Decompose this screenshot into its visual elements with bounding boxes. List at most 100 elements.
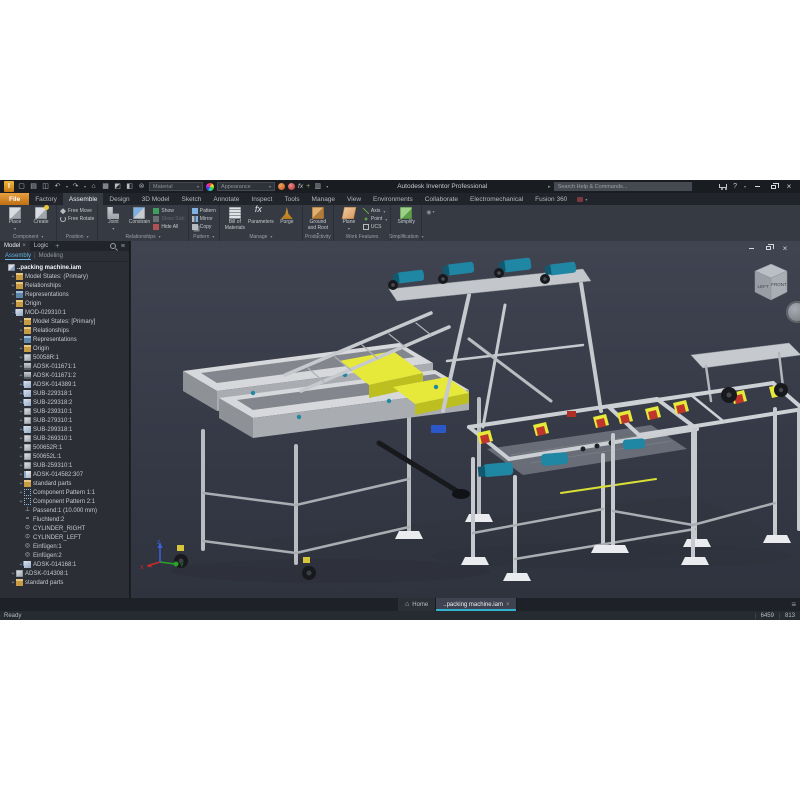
add-icon[interactable] <box>306 183 310 190</box>
ribbon-tab-environments[interactable]: Environments <box>367 193 419 205</box>
subtab-modeling[interactable]: Modeling <box>39 253 63 259</box>
tree-item[interactable]: +Representations <box>0 335 129 344</box>
search-expand-icon[interactable] <box>548 184 551 190</box>
tree-item[interactable]: ◎Einfügen:1 <box>0 542 129 551</box>
redo-icon[interactable] <box>71 182 80 192</box>
panel-title[interactable]: Work Features <box>334 232 390 241</box>
search-icon[interactable] <box>110 243 116 249</box>
ribbon-tab-file[interactable]: File <box>0 193 29 205</box>
save-icon[interactable] <box>41 182 50 192</box>
tree-item[interactable]: -MOD-029310:1 <box>0 308 129 317</box>
plane-button[interactable]: Plane▾ <box>337 206 361 231</box>
tree-item[interactable]: +standard parts <box>0 479 129 488</box>
clear-appearance-icon[interactable] <box>288 183 295 190</box>
purge-button[interactable]: Purge <box>275 206 299 226</box>
help-icon[interactable] <box>733 183 737 190</box>
close-icon[interactable] <box>22 243 26 249</box>
tree-item[interactable]: +Origin <box>0 344 129 353</box>
browser-tab-model[interactable]: Model <box>0 241 30 251</box>
ribbon-tab-manage[interactable]: Manage <box>306 193 342 205</box>
tree-item[interactable]: +ADSK-014168:1 <box>0 560 129 569</box>
mirror-button[interactable]: Mirror <box>192 216 216 223</box>
menu-icon[interactable] <box>121 243 125 250</box>
ribbon-tab-fusion-360[interactable]: Fusion 360 <box>529 193 573 205</box>
ribbon-tab-view[interactable]: View <box>341 193 367 205</box>
panel-title[interactable]: Component▾ <box>0 232 56 241</box>
panel-title[interactable]: Position▾ <box>57 232 97 241</box>
tree-item[interactable]: +Relationships <box>0 326 129 335</box>
tree-item[interactable]: +ADSK-011671:1 <box>0 362 129 371</box>
subtab-assembly[interactable]: Assembly <box>5 253 31 260</box>
tree-item[interactable]: +SUB-299318:1 <box>0 425 129 434</box>
close-icon[interactable] <box>506 602 510 608</box>
tree-item[interactable]: ⊙CYLINDER_LEFT <box>0 533 129 542</box>
show-button[interactable]: Show <box>153 208 184 215</box>
tree-item[interactable]: +500652R:1 <box>0 443 129 452</box>
simplify-button[interactable]: Simplify <box>394 206 418 226</box>
ribbon-tab-3d-model[interactable]: 3D Model <box>136 193 176 205</box>
panel-title[interactable]: Manage▾ <box>220 232 302 241</box>
axis-button[interactable]: Axis▾ <box>363 208 387 215</box>
parameters-fx-icon[interactable] <box>298 183 303 190</box>
minimize-button[interactable] <box>752 182 762 192</box>
ribbon-tab-factory[interactable]: Factory <box>29 193 63 205</box>
constrain-button[interactable]: Constrain <box>127 206 151 226</box>
inventor-logo-icon[interactable] <box>4 181 14 192</box>
doc-minimize-button[interactable] <box>746 243 756 253</box>
browser-tab-logic[interactable]: Logic <box>30 241 52 251</box>
ribbon-tab-design[interactable]: Design <box>103 193 135 205</box>
open-folder-icon[interactable] <box>29 182 38 192</box>
doc-list-icon[interactable] <box>791 600 796 609</box>
ribbon-tab-collaborate[interactable]: Collaborate <box>419 193 464 205</box>
tree-item[interactable]: +SUB-279310:1 <box>0 416 129 425</box>
ribbon-tab-annotate[interactable]: Annotate <box>207 193 245 205</box>
tree-item[interactable]: ⊙CYLINDER_RIGHT <box>0 524 129 533</box>
tree-item[interactable]: +Model States: (Primary) <box>0 272 129 281</box>
sheet-icon[interactable] <box>101 182 110 192</box>
home-icon[interactable] <box>89 182 98 192</box>
panel-title[interactable]: Pattern▾ <box>189 232 219 241</box>
adjust-appearance-icon[interactable] <box>278 183 285 190</box>
doc-close-button[interactable] <box>780 243 790 253</box>
tree-item[interactable]: +50058R:1 <box>0 353 129 362</box>
ribbon-tab-electromechanical[interactable]: Electromechanical <box>464 193 529 205</box>
tree-item[interactable]: +500652L:1 <box>0 452 129 461</box>
appearance-dropdown[interactable]: Appearance▾ <box>217 182 275 191</box>
viewcube[interactable]: LEFT FRONT <box>748 259 794 308</box>
tree-item[interactable]: +ADSK-011671:2 <box>0 371 129 380</box>
tree-item[interactable]: +Origin <box>0 299 129 308</box>
imate-icon[interactable] <box>113 182 122 192</box>
panel-title[interactable]: Productivity <box>303 232 333 241</box>
add-tab-button[interactable] <box>52 243 62 250</box>
undo-icon[interactable] <box>53 182 62 192</box>
copy-button[interactable]: Copy <box>192 224 216 231</box>
pattern-button[interactable]: Pattern <box>192 208 216 215</box>
measure-icon[interactable] <box>125 182 134 192</box>
tree-item[interactable]: =Fluchtend:2 <box>0 515 129 524</box>
tree-item[interactable]: ◎Einfügen:2 <box>0 551 129 560</box>
hide-all-button[interactable]: Hide All <box>153 224 184 231</box>
tree-item[interactable]: +standard parts <box>0 578 129 587</box>
tree-item[interactable]: +Component Pattern 1:1 <box>0 488 129 497</box>
visual-style-icon[interactable] <box>313 182 322 192</box>
model-canvas[interactable] <box>131 241 800 598</box>
ribbon-tab-sketch[interactable]: Sketch <box>175 193 207 205</box>
parameters-button[interactable]: Parameters <box>249 206 273 226</box>
tree-item[interactable]: +SUB-269310:1 <box>0 434 129 443</box>
cart-icon[interactable] <box>719 184 727 188</box>
tree-item[interactable]: +SUB-229318:1 <box>0 389 129 398</box>
tree-item[interactable]: ⊥Passend:1 (10.000 mm) <box>0 506 129 515</box>
free-move-button[interactable]: Free Move <box>60 208 94 215</box>
bill-of-materials-button[interactable]: Bill of Materials <box>223 206 247 231</box>
place-button[interactable]: Place▾ <box>3 206 27 231</box>
help-search-input[interactable]: Search Help & Commands... <box>554 182 692 191</box>
ribbon-overflow[interactable]: ▾ <box>422 205 434 241</box>
panel-title[interactable]: Relationships▾ <box>98 232 187 241</box>
tree-item[interactable]: +Representations <box>0 290 129 299</box>
tree-item[interactable]: +SUB-259310:1 <box>0 461 129 470</box>
close-button[interactable] <box>784 182 794 192</box>
material-dropdown[interactable]: Material▾ <box>149 182 203 191</box>
tree-item[interactable]: +Relationships <box>0 281 129 290</box>
tree-item[interactable]: +Model States: [Primary] <box>0 317 129 326</box>
joint-button[interactable]: Joint▾ <box>101 206 125 231</box>
